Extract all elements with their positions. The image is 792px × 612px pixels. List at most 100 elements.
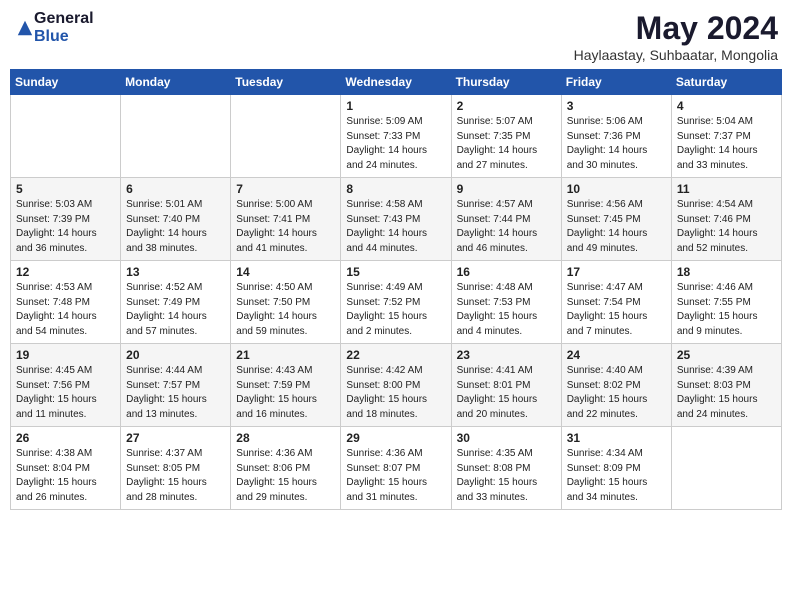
day-info: Sunrise: 4:40 AM Sunset: 8:02 PM Dayligh… xyxy=(567,364,666,422)
day-info: Sunrise: 4:44 AM Sunset: 7:57 PM Dayligh… xyxy=(126,364,225,422)
day-number: 9 xyxy=(457,182,556,196)
day-cell xyxy=(121,95,231,178)
day-number: 4 xyxy=(677,99,776,113)
day-header-saturday: Saturday xyxy=(671,70,781,95)
day-number: 6 xyxy=(126,182,225,196)
day-info: Sunrise: 4:54 AM Sunset: 7:46 PM Dayligh… xyxy=(677,198,776,256)
day-cell: 11Sunrise: 4:54 AM Sunset: 7:46 PM Dayli… xyxy=(671,178,781,261)
day-info: Sunrise: 4:41 AM Sunset: 8:01 PM Dayligh… xyxy=(457,364,556,422)
day-info: Sunrise: 4:45 AM Sunset: 7:56 PM Dayligh… xyxy=(16,364,115,422)
day-info: Sunrise: 4:56 AM Sunset: 7:45 PM Dayligh… xyxy=(567,198,666,256)
day-cell: 16 Sunrise: 4:48 AM Sunset: 7:53 PM Dayli… xyxy=(451,261,561,344)
day-number: 15 xyxy=(346,265,445,279)
day-number: 1 xyxy=(346,99,445,113)
day-number: 14 xyxy=(236,265,335,279)
logo-text: General Blue xyxy=(34,10,94,45)
day-number: 12 xyxy=(16,265,115,279)
day-cell: 12 Sunrise: 4:53 AM Sunset: 7:48 PM Dayli… xyxy=(11,261,121,344)
week-row-4: 19Sunrise: 4:45 AM Sunset: 7:56 PM Dayli… xyxy=(11,344,782,427)
day-info: Sunrise: 4:49 AM Sunset: 7:52 PM Dayligh… xyxy=(346,281,445,339)
day-number: 13 xyxy=(126,265,225,279)
day-number: 18 xyxy=(677,265,776,279)
day-cell: 19Sunrise: 4:45 AM Sunset: 7:56 PM Dayli… xyxy=(11,344,121,427)
day-info: Sunrise: 4:42 AM Sunset: 8:00 PM Dayligh… xyxy=(346,364,445,422)
day-cell: 5 Sunrise: 5:03 AM Sunset: 7:39 PM Daylig… xyxy=(11,178,121,261)
day-cell: 10Sunrise: 4:56 AM Sunset: 7:45 PM Dayli… xyxy=(561,178,671,261)
day-info: Sunrise: 4:46 AM Sunset: 7:55 PM Dayligh… xyxy=(677,281,776,339)
day-cell: 7 Sunrise: 5:00 AM Sunset: 7:41 PM Daylig… xyxy=(231,178,341,261)
day-info: Sunrise: 5:00 AM Sunset: 7:41 PM Dayligh… xyxy=(236,198,335,256)
day-cell: 26 Sunrise: 4:38 AM Sunset: 8:04 PM Dayli… xyxy=(11,427,121,510)
day-info: Sunrise: 4:53 AM Sunset: 7:48 PM Dayligh… xyxy=(16,281,115,339)
day-info: Sunrise: 5:01 AM Sunset: 7:40 PM Dayligh… xyxy=(126,198,225,256)
week-row-2: 5 Sunrise: 5:03 AM Sunset: 7:39 PM Daylig… xyxy=(11,178,782,261)
day-info: Sunrise: 5:09 AM Sunset: 7:33 PM Dayligh… xyxy=(346,115,445,173)
day-header-tuesday: Tuesday xyxy=(231,70,341,95)
day-number: 5 xyxy=(16,182,115,196)
day-header-wednesday: Wednesday xyxy=(341,70,451,95)
day-number: 3 xyxy=(567,99,666,113)
day-cell: 28 Sunrise: 4:36 AM Sunset: 8:06 PM Dayli… xyxy=(231,427,341,510)
day-header-monday: Monday xyxy=(121,70,231,95)
week-row-1: 1 Sunrise: 5:09 AM Sunset: 7:33 PM Daylig… xyxy=(11,95,782,178)
day-cell: 15 Sunrise: 4:49 AM Sunset: 7:52 PM Dayli… xyxy=(341,261,451,344)
day-cell xyxy=(231,95,341,178)
day-info: Sunrise: 4:38 AM Sunset: 8:04 PM Dayligh… xyxy=(16,447,115,505)
day-number: 29 xyxy=(346,431,445,445)
calendar-table: SundayMondayTuesdayWednesdayThursdayFrid… xyxy=(10,69,782,510)
day-number: 2 xyxy=(457,99,556,113)
day-number: 8 xyxy=(346,182,445,196)
day-cell: 3Sunrise: 5:06 AM Sunset: 7:36 PM Daylig… xyxy=(561,95,671,178)
day-info: Sunrise: 4:50 AM Sunset: 7:50 PM Dayligh… xyxy=(236,281,335,339)
day-info: Sunrise: 5:03 AM Sunset: 7:39 PM Dayligh… xyxy=(16,198,115,256)
day-header-friday: Friday xyxy=(561,70,671,95)
day-cell: 1 Sunrise: 5:09 AM Sunset: 7:33 PM Daylig… xyxy=(341,95,451,178)
day-cell: 30 Sunrise: 4:35 AM Sunset: 8:08 PM Dayli… xyxy=(451,427,561,510)
day-cell: 27 Sunrise: 4:37 AM Sunset: 8:05 PM Dayli… xyxy=(121,427,231,510)
day-number: 17 xyxy=(567,265,666,279)
day-info: Sunrise: 4:37 AM Sunset: 8:05 PM Dayligh… xyxy=(126,447,225,505)
week-row-3: 12 Sunrise: 4:53 AM Sunset: 7:48 PM Dayli… xyxy=(11,261,782,344)
page-header: General Blue May 2024 Haylaastay, Suhbaa… xyxy=(10,10,782,63)
day-number: 31 xyxy=(567,431,666,445)
day-info: Sunrise: 4:57 AM Sunset: 7:44 PM Dayligh… xyxy=(457,198,556,256)
day-cell: 31Sunrise: 4:34 AM Sunset: 8:09 PM Dayli… xyxy=(561,427,671,510)
day-cell: 20 Sunrise: 4:44 AM Sunset: 7:57 PM Dayli… xyxy=(121,344,231,427)
day-cell: 18 Sunrise: 4:46 AM Sunset: 7:55 PM Dayli… xyxy=(671,261,781,344)
day-header-thursday: Thursday xyxy=(451,70,561,95)
day-info: Sunrise: 4:36 AM Sunset: 8:06 PM Dayligh… xyxy=(236,447,335,505)
day-cell: 21Sunrise: 4:43 AM Sunset: 7:59 PM Dayli… xyxy=(231,344,341,427)
week-row-5: 26 Sunrise: 4:38 AM Sunset: 8:04 PM Dayli… xyxy=(11,427,782,510)
day-cell xyxy=(11,95,121,178)
day-number: 28 xyxy=(236,431,335,445)
day-cell: 24Sunrise: 4:40 AM Sunset: 8:02 PM Dayli… xyxy=(561,344,671,427)
day-number: 26 xyxy=(16,431,115,445)
day-number: 23 xyxy=(457,348,556,362)
day-cell: 25Sunrise: 4:39 AM Sunset: 8:03 PM Dayli… xyxy=(671,344,781,427)
days-header-row: SundayMondayTuesdayWednesdayThursdayFrid… xyxy=(11,70,782,95)
day-number: 21 xyxy=(236,348,335,362)
day-number: 16 xyxy=(457,265,556,279)
title-block: May 2024 Haylaastay, Suhbaatar, Mongolia xyxy=(574,10,778,63)
day-number: 20 xyxy=(126,348,225,362)
day-info: Sunrise: 5:07 AM Sunset: 7:35 PM Dayligh… xyxy=(457,115,556,173)
day-cell: 13 Sunrise: 4:52 AM Sunset: 7:49 PM Dayli… xyxy=(121,261,231,344)
day-number: 30 xyxy=(457,431,556,445)
day-number: 7 xyxy=(236,182,335,196)
day-info: Sunrise: 4:47 AM Sunset: 7:54 PM Dayligh… xyxy=(567,281,666,339)
day-cell: 14 Sunrise: 4:50 AM Sunset: 7:50 PM Dayli… xyxy=(231,261,341,344)
logo-general: General xyxy=(34,10,94,28)
day-cell: 9 Sunrise: 4:57 AM Sunset: 7:44 PM Daylig… xyxy=(451,178,561,261)
day-info: Sunrise: 4:36 AM Sunset: 8:07 PM Dayligh… xyxy=(346,447,445,505)
day-cell: 8Sunrise: 4:58 AM Sunset: 7:43 PM Daylig… xyxy=(341,178,451,261)
day-cell: 29 Sunrise: 4:36 AM Sunset: 8:07 PM Dayli… xyxy=(341,427,451,510)
day-number: 27 xyxy=(126,431,225,445)
month-title: May 2024 xyxy=(574,10,778,47)
day-cell: 22Sunrise: 4:42 AM Sunset: 8:00 PM Dayli… xyxy=(341,344,451,427)
day-info: Sunrise: 4:35 AM Sunset: 8:08 PM Dayligh… xyxy=(457,447,556,505)
day-info: Sunrise: 4:52 AM Sunset: 7:49 PM Dayligh… xyxy=(126,281,225,339)
day-info: Sunrise: 4:39 AM Sunset: 8:03 PM Dayligh… xyxy=(677,364,776,422)
day-info: Sunrise: 4:48 AM Sunset: 7:53 PM Dayligh… xyxy=(457,281,556,339)
day-cell: 2 Sunrise: 5:07 AM Sunset: 7:35 PM Daylig… xyxy=(451,95,561,178)
day-cell: 4Sunrise: 5:04 AM Sunset: 7:37 PM Daylig… xyxy=(671,95,781,178)
